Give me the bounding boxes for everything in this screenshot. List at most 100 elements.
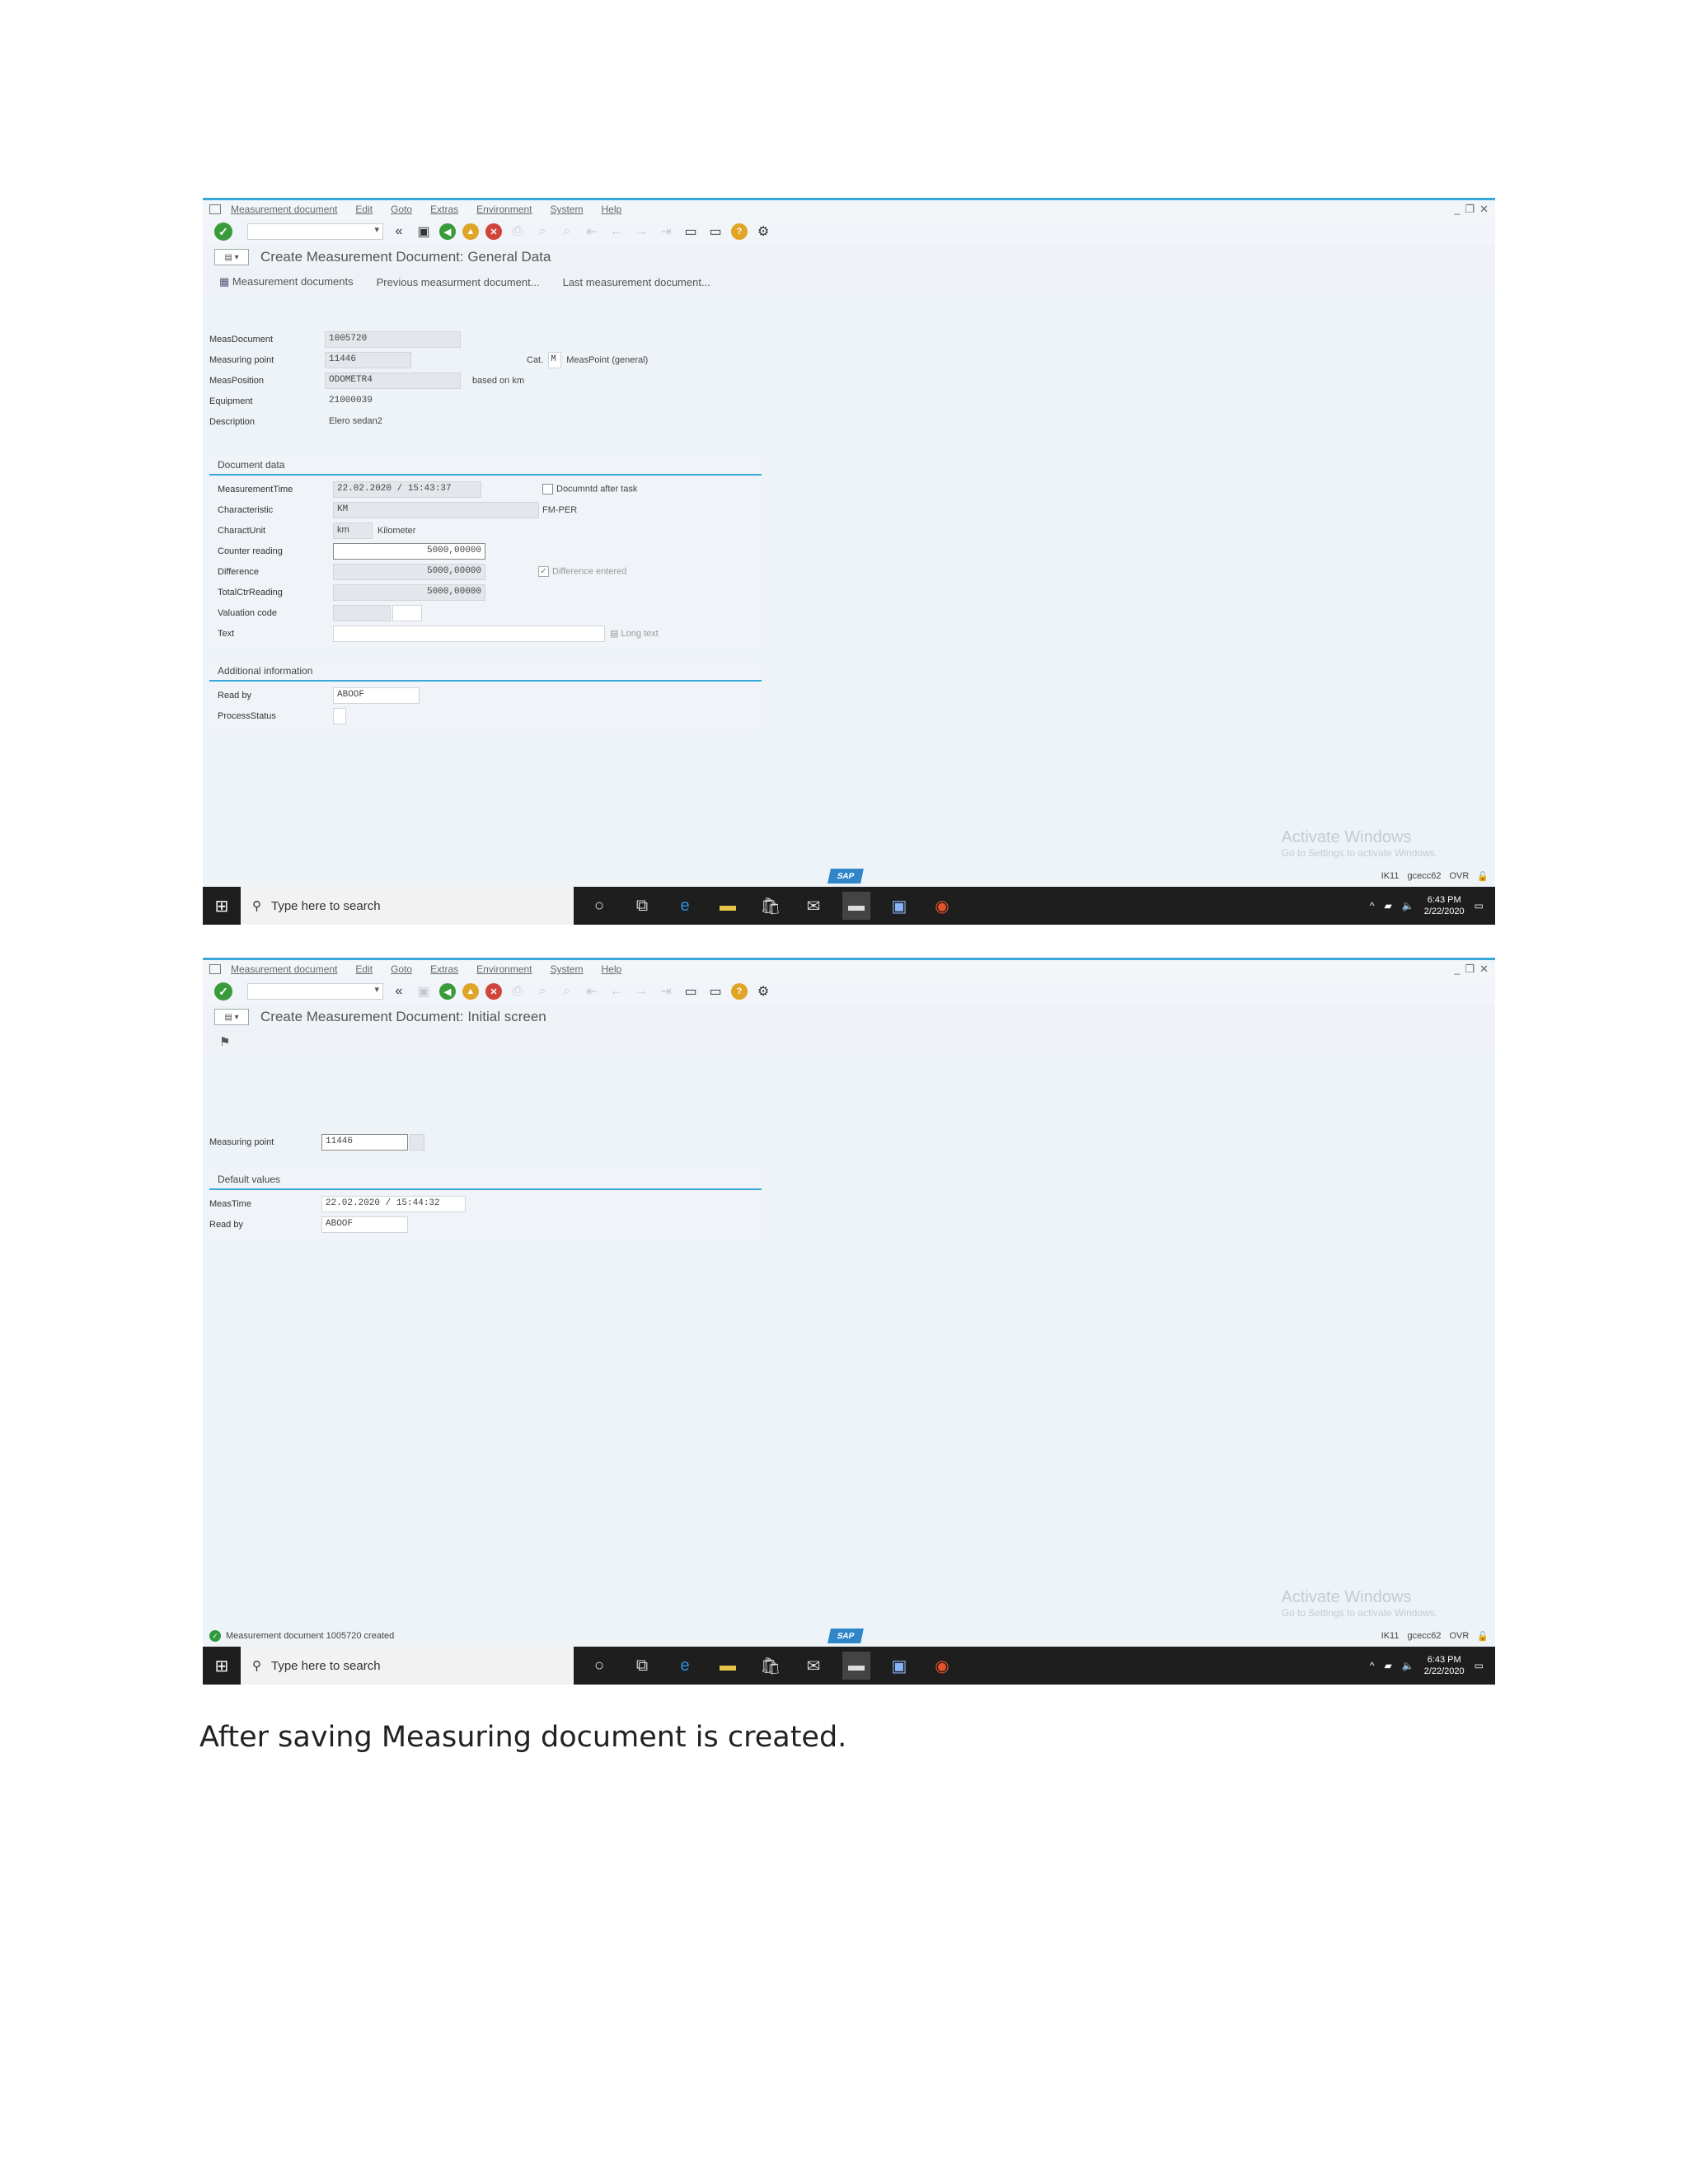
valuation-code-text-field[interactable] — [392, 604, 422, 621]
next-page-icon[interactable]: → — [632, 982, 650, 1001]
counter-reading-field[interactable]: 5000,00000 — [333, 542, 485, 560]
shortcut-icon[interactable]: ▭ — [706, 223, 724, 241]
taskbar-search[interactable]: ⚲ Type here to search — [241, 1647, 574, 1685]
notifications-icon[interactable]: ▭ — [1475, 900, 1484, 912]
mail-icon[interactable]: ✉ — [799, 892, 828, 920]
menu-system[interactable]: System — [551, 204, 584, 215]
cortana-icon[interactable]: ○ — [585, 892, 613, 920]
file-explorer-icon[interactable]: ▬ — [714, 1652, 742, 1680]
restore-icon[interactable]: ❐ — [1465, 963, 1475, 976]
task-view-icon[interactable]: ⧉ — [628, 892, 656, 920]
measurement-time-field[interactable]: 22.02.2020 / 15:43:37 — [333, 480, 481, 498]
app-icon[interactable] — [209, 964, 221, 974]
command-field[interactable]: ▾ — [247, 223, 383, 240]
measurement-documents-button[interactable]: ▦ Measurement documents — [219, 275, 354, 288]
process-status-field[interactable] — [333, 707, 346, 724]
edge-icon[interactable]: e — [671, 892, 699, 920]
measuring-point-field[interactable]: 11446 — [325, 351, 411, 368]
command-field[interactable]: ▾ — [247, 983, 383, 1000]
first-page-icon[interactable]: ⇤ — [583, 223, 601, 241]
windows-start-icon[interactable]: ⊞ — [203, 887, 241, 925]
text-field[interactable] — [333, 625, 605, 642]
menu-edit[interactable]: Edit — [355, 204, 373, 215]
taskbar-search[interactable]: ⚲ Type here to search — [241, 887, 574, 925]
cancel-icon[interactable]: ✕ — [485, 223, 502, 240]
read-by-field[interactable]: ABOOF — [321, 1216, 408, 1233]
difference-entered-checkbox[interactable]: ✓ Difference entered — [538, 566, 626, 577]
find-icon[interactable]: ⌕ — [533, 223, 551, 241]
new-session-icon[interactable]: ▭ — [682, 223, 700, 241]
save-icon[interactable]: ▣ — [415, 982, 433, 1001]
outlook-icon[interactable]: ▣ — [885, 892, 913, 920]
equipment-field[interactable]: 21000039 — [325, 393, 411, 410]
help-icon[interactable]: ? — [731, 223, 748, 240]
menu-help[interactable]: Help — [602, 204, 622, 215]
restore-icon[interactable]: ❐ — [1465, 203, 1475, 216]
system-id[interactable]: IK11 — [1381, 1631, 1400, 1642]
find-icon[interactable]: ⌕ — [533, 982, 551, 1001]
close-icon[interactable]: ✕ — [1479, 963, 1489, 976]
windows-start-icon[interactable]: ⊞ — [203, 1647, 241, 1685]
prev-page-icon[interactable]: ← — [607, 223, 626, 241]
app-icon[interactable] — [209, 204, 221, 214]
help-icon[interactable]: ? — [731, 983, 748, 1000]
first-page-icon[interactable]: ⇤ — [583, 982, 601, 1001]
system-id[interactable]: IK11 — [1381, 871, 1400, 882]
menu-measurement-document[interactable]: Measurement document — [231, 963, 337, 975]
close-icon[interactable]: ✕ — [1479, 203, 1489, 216]
clock[interactable]: 6:43 PM 2/22/2020 — [1424, 894, 1465, 917]
menu-environment[interactable]: Environment — [476, 204, 532, 215]
save-icon[interactable]: ▣ — [415, 223, 433, 241]
value-help-icon[interactable] — [410, 1133, 424, 1151]
network-icon[interactable]: ▰ — [1385, 1660, 1392, 1671]
chevron-up-icon[interactable]: ^ — [1370, 900, 1375, 912]
enter-check-icon[interactable]: ✓ — [214, 982, 232, 1001]
status-message[interactable]: ✓ Measurement document 1005720 created — [209, 1630, 394, 1642]
customize-layout-icon[interactable]: ⚙ — [754, 223, 772, 241]
sap-logon-icon[interactable]: ▬ — [842, 892, 870, 920]
print-icon[interactable]: ⎙ — [509, 223, 527, 241]
previous-document-button[interactable]: Previous measurment document... — [377, 276, 540, 288]
next-page-icon[interactable]: → — [632, 223, 650, 241]
read-by-field[interactable]: ABOOF — [333, 687, 420, 704]
edge-icon[interactable]: e — [671, 1652, 699, 1680]
long-text-button[interactable]: ▤ Long text — [610, 628, 659, 639]
last-page-icon[interactable]: ⇥ — [657, 223, 675, 241]
menu-dropdown-icon[interactable]: ▤ ▾ — [214, 1009, 249, 1025]
charact-unit-field[interactable]: km — [333, 522, 373, 539]
characteristic-field[interactable]: KM — [333, 501, 539, 518]
outlook-icon[interactable]: ▣ — [885, 1652, 913, 1680]
volume-icon[interactable]: 🔈 — [1402, 1660, 1414, 1671]
double-chevron-left-icon[interactable]: « — [390, 982, 408, 1001]
customize-layout-icon[interactable]: ⚙ — [754, 982, 772, 1001]
measdocument-field[interactable]: 1005720 — [325, 330, 461, 348]
new-session-icon[interactable]: ▭ — [682, 982, 700, 1001]
back-icon[interactable]: ◀ — [439, 983, 456, 1000]
prev-page-icon[interactable]: ← — [607, 982, 626, 1001]
print-icon[interactable]: ⎙ — [509, 982, 527, 1001]
last-document-button[interactable]: Last measurement document... — [563, 276, 710, 288]
enter-check-icon[interactable]: ✓ — [214, 223, 232, 241]
shortcut-icon[interactable]: ▭ — [706, 982, 724, 1001]
mail-icon[interactable]: ✉ — [799, 1652, 828, 1680]
store-icon[interactable]: 🛍 — [757, 1652, 785, 1680]
find-next-icon[interactable]: ⌕ — [558, 982, 576, 1001]
exit-icon[interactable]: ▲ — [462, 223, 479, 240]
double-chevron-left-icon[interactable]: « — [390, 223, 408, 241]
other-document-icon[interactable]: ⚑ — [219, 1034, 230, 1049]
menu-system[interactable]: System — [551, 963, 584, 975]
network-icon[interactable]: ▰ — [1385, 900, 1392, 912]
cortana-icon[interactable]: ○ — [585, 1652, 613, 1680]
measuring-point-field[interactable]: 11446 — [321, 1133, 408, 1151]
menu-edit[interactable]: Edit — [355, 963, 373, 975]
store-icon[interactable]: 🛍 — [757, 892, 785, 920]
chevron-up-icon[interactable]: ^ — [1370, 1660, 1375, 1671]
task-view-icon[interactable]: ⧉ — [628, 1652, 656, 1680]
menu-extras[interactable]: Extras — [430, 963, 458, 975]
find-next-icon[interactable]: ⌕ — [558, 223, 576, 241]
minimize-icon[interactable]: _ — [1454, 963, 1460, 976]
documented-after-task-checkbox[interactable]: Documntd after task — [542, 484, 637, 494]
volume-icon[interactable]: 🔈 — [1402, 900, 1414, 912]
notifications-icon[interactable]: ▭ — [1475, 1660, 1484, 1671]
cancel-icon[interactable]: ✕ — [485, 983, 502, 1000]
